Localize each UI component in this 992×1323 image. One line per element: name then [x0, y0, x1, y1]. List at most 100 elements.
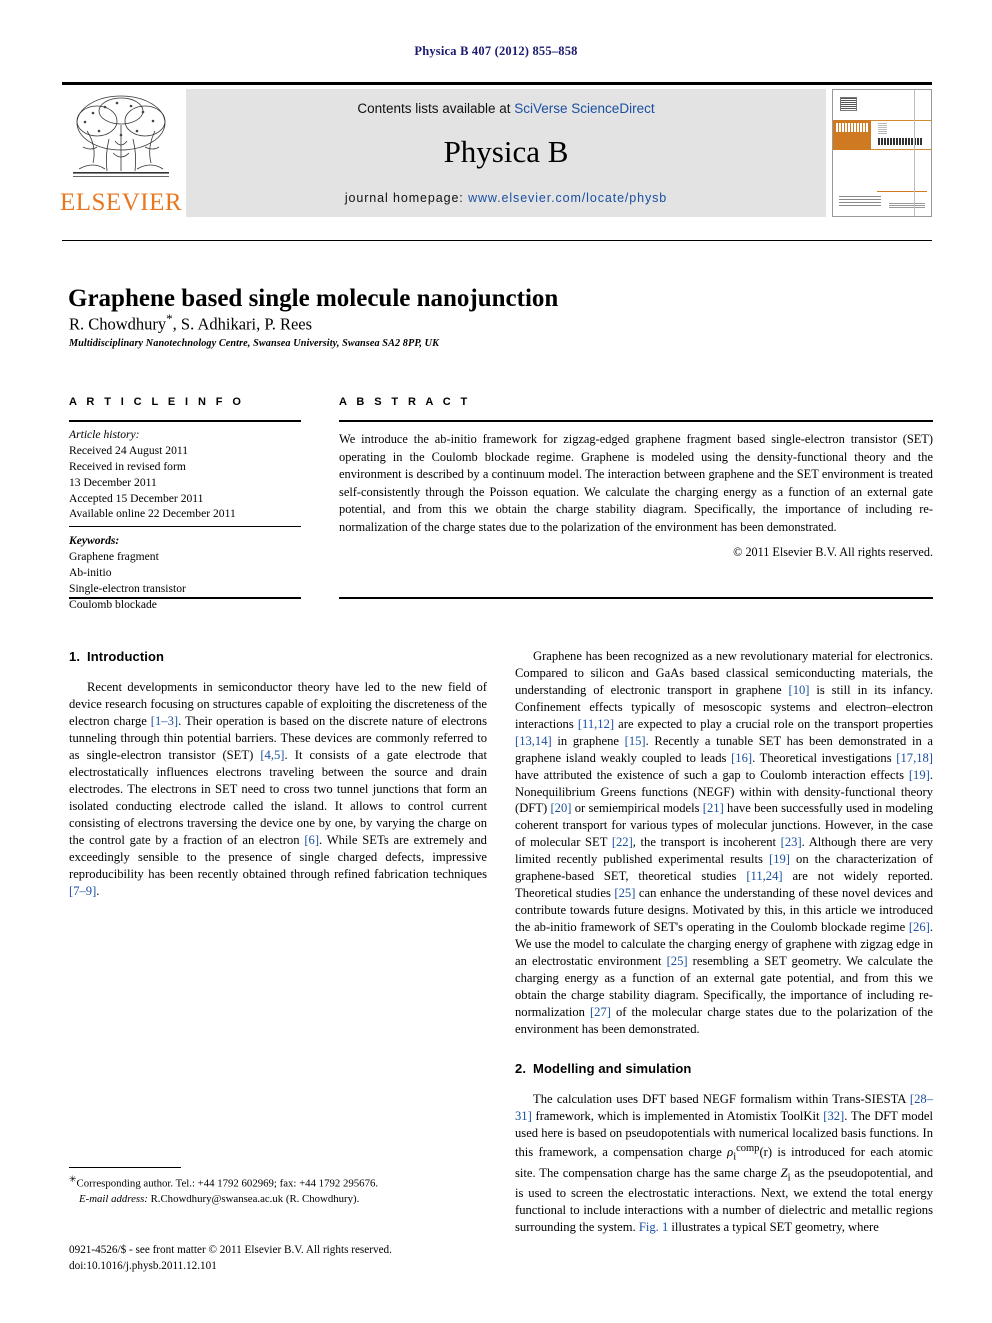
citation-ref[interactable]: [11,24] — [746, 869, 782, 883]
journal-cover-thumbnail — [832, 89, 932, 217]
citation-ref[interactable]: [22] — [612, 835, 633, 849]
citation-ref[interactable]: [26] — [909, 920, 930, 934]
text-run: The calculation uses DFT based NEGF form… — [533, 1092, 910, 1107]
doi-line[interactable]: doi:10.1016/j.physb.2011.12.101 — [69, 1259, 499, 1275]
keyword-item: Graphene fragment — [69, 550, 159, 564]
affiliation: Multidisciplinary Nanotechnology Centre,… — [69, 338, 439, 349]
text-run: are expected to play a crucial role on t… — [614, 716, 933, 731]
abstract-heading: A B S T R A C T — [339, 396, 471, 408]
keyword-item: Single-electron transistor — [69, 581, 186, 595]
journal-homepage-link[interactable]: www.elsevier.com/locate/physb — [468, 191, 667, 205]
footnote-block: ✳Corresponding author. Tel.: +44 1792 60… — [69, 1173, 489, 1207]
text-run: in graphene — [551, 733, 625, 748]
author-list: R. Chowdhury*, S. Adhikari, P. Rees — [69, 311, 312, 335]
contents-line: Contents lists available at SciVerse Sci… — [357, 101, 654, 116]
journal-title: Physica B — [443, 134, 569, 169]
email-note: E-mail address: R.Chowdhury@swansea.ac.u… — [69, 1192, 489, 1207]
elsevier-logo: ELSEVIER — [59, 89, 183, 217]
body-column-right: Graphene has been recognized as a new re… — [515, 648, 933, 1236]
citation-ref[interactable]: [19] — [909, 768, 930, 782]
article-history-block: Article history: Received 24 August 2011… — [69, 422, 301, 526]
text-run: , the transport is incoherent — [632, 835, 781, 850]
article-info-column: A R T I C L E I N F O Article history: R… — [69, 396, 301, 613]
text-run: . Theoretical investigations — [752, 750, 897, 765]
citation-ref[interactable]: [4,5] — [260, 748, 284, 762]
elsevier-tree-icon — [73, 95, 169, 177]
citation-ref[interactable]: [27] — [590, 1005, 611, 1019]
citation-ref[interactable]: [1–3] — [151, 714, 178, 728]
figure-ref[interactable]: Fig. 1 — [639, 1220, 668, 1234]
abstract-copyright: © 2011 Elsevier B.V. All rights reserved… — [733, 544, 933, 559]
email-address[interactable]: R.Chowdhury@swansea.ac.uk (R. Chowdhury)… — [151, 1193, 360, 1205]
cover-footer-right — [889, 203, 925, 208]
cover-logo-icon — [840, 97, 857, 111]
math-rho-argument: (r) — [759, 1145, 773, 1160]
math-z: Z — [780, 1165, 788, 1180]
cover-divider — [914, 90, 915, 216]
history-line: 13 December 2011 — [69, 475, 157, 489]
citation-ref[interactable]: [16] — [731, 751, 752, 765]
cover-physica-text — [836, 123, 869, 132]
author-first: R. Chowdhury — [69, 314, 167, 334]
section-number: 1. — [69, 649, 81, 664]
citation-ref[interactable]: [20] — [550, 801, 571, 815]
page-title: Graphene based single molecule nanojunct… — [68, 284, 559, 312]
footnote-separator-rule — [69, 1167, 181, 1168]
keyword-item: Coulomb blockade — [69, 597, 157, 611]
text-run: have attributed the existence of such a … — [515, 767, 909, 782]
history-line: Accepted 15 December 2011 — [69, 491, 204, 505]
abstract-rule-bottom — [339, 597, 933, 599]
citation-ref[interactable]: [11,12] — [578, 717, 614, 731]
article-info-rule-bottom — [69, 597, 301, 599]
citation-ref[interactable]: [25] — [667, 954, 688, 968]
citation-ref[interactable]: [13,14] — [515, 734, 552, 748]
title-separator-rule — [62, 240, 932, 241]
asterisk-icon: ✳ — [69, 1174, 77, 1184]
abstract-column: A B S T R A C T We introduce the ab-init… — [339, 396, 933, 560]
citation-ref[interactable]: [25] — [614, 886, 635, 900]
citation-ref[interactable]: [21] — [703, 801, 724, 815]
sciencedirect-link[interactable]: SciVerse ScienceDirect — [514, 101, 654, 116]
homepage-prefix: journal homepage: — [344, 191, 469, 205]
cover-subtitle-text — [878, 138, 922, 145]
history-line: Received in revised form — [69, 459, 186, 473]
abstract-text: We introduce the ab-initio framework for… — [339, 432, 933, 535]
citation-ref[interactable]: [17,18] — [896, 751, 933, 765]
text-run: framework, which is implemented in Atomi… — [531, 1108, 824, 1123]
keywords-label: Keywords: — [69, 534, 120, 548]
article-info-heading: A R T I C L E I N F O — [69, 396, 245, 408]
issn-line: 0921-4526/$ - see front matter © 2011 El… — [69, 1244, 392, 1256]
text-run: or semiempirical models — [571, 801, 703, 816]
citation-ref[interactable]: [15] — [625, 734, 646, 748]
keyword-item: Ab-initio — [69, 566, 112, 579]
cover-footer-left — [839, 196, 881, 208]
body-column-left: 1. Introduction Recent developments in se… — [69, 648, 487, 1148]
citation-ref[interactable]: [32] — [823, 1109, 844, 1123]
section-heading-modelling: 2. Modelling and simulation — [515, 1060, 933, 1077]
keywords-block: Keywords: Graphene fragment Ab-initio Si… — [69, 527, 301, 612]
text-run: . — [96, 883, 100, 898]
section-title: Modelling and simulation — [533, 1060, 692, 1076]
cover-footer-rule — [877, 191, 927, 192]
elsevier-wordmark: ELSEVIER — [59, 189, 183, 216]
citation-ref[interactable]: [19] — [769, 852, 790, 866]
history-line: Available online 22 December 2011 — [69, 507, 236, 521]
citation-ref[interactable]: [23] — [781, 835, 802, 849]
journal-masthead: ELSEVIER Contents lists available at Sci… — [59, 82, 932, 217]
contents-prefix: Contents lists available at — [357, 101, 515, 116]
author-rest: , S. Adhikari, P. Rees — [172, 314, 313, 334]
email-label: E-mail address: — [79, 1192, 148, 1205]
article-history-label: Article history: — [69, 428, 140, 441]
running-head: Physica B 407 (2012) 855–858 — [414, 44, 578, 58]
math-rho-superscript: comp — [736, 1142, 760, 1154]
corresponding-author-note: ✳Corresponding author. Tel.: +44 1792 60… — [69, 1173, 489, 1192]
section-heading-introduction: 1. Introduction — [69, 648, 487, 665]
paper-page: Physica B 407 (2012) 855–858 ELSEVIER Co… — [0, 0, 992, 1323]
citation-ref[interactable]: [7–9] — [69, 884, 96, 898]
imprint-block: 0921-4526/$ - see front matter © 2011 El… — [69, 1243, 499, 1275]
section-title: Introduction — [87, 649, 165, 664]
homepage-line: journal homepage: www.elsevier.com/locat… — [345, 191, 667, 205]
history-line: Received 24 August 2011 — [69, 443, 189, 457]
citation-ref[interactable]: [10] — [789, 683, 810, 697]
citation-ref[interactable]: [6] — [304, 833, 319, 847]
